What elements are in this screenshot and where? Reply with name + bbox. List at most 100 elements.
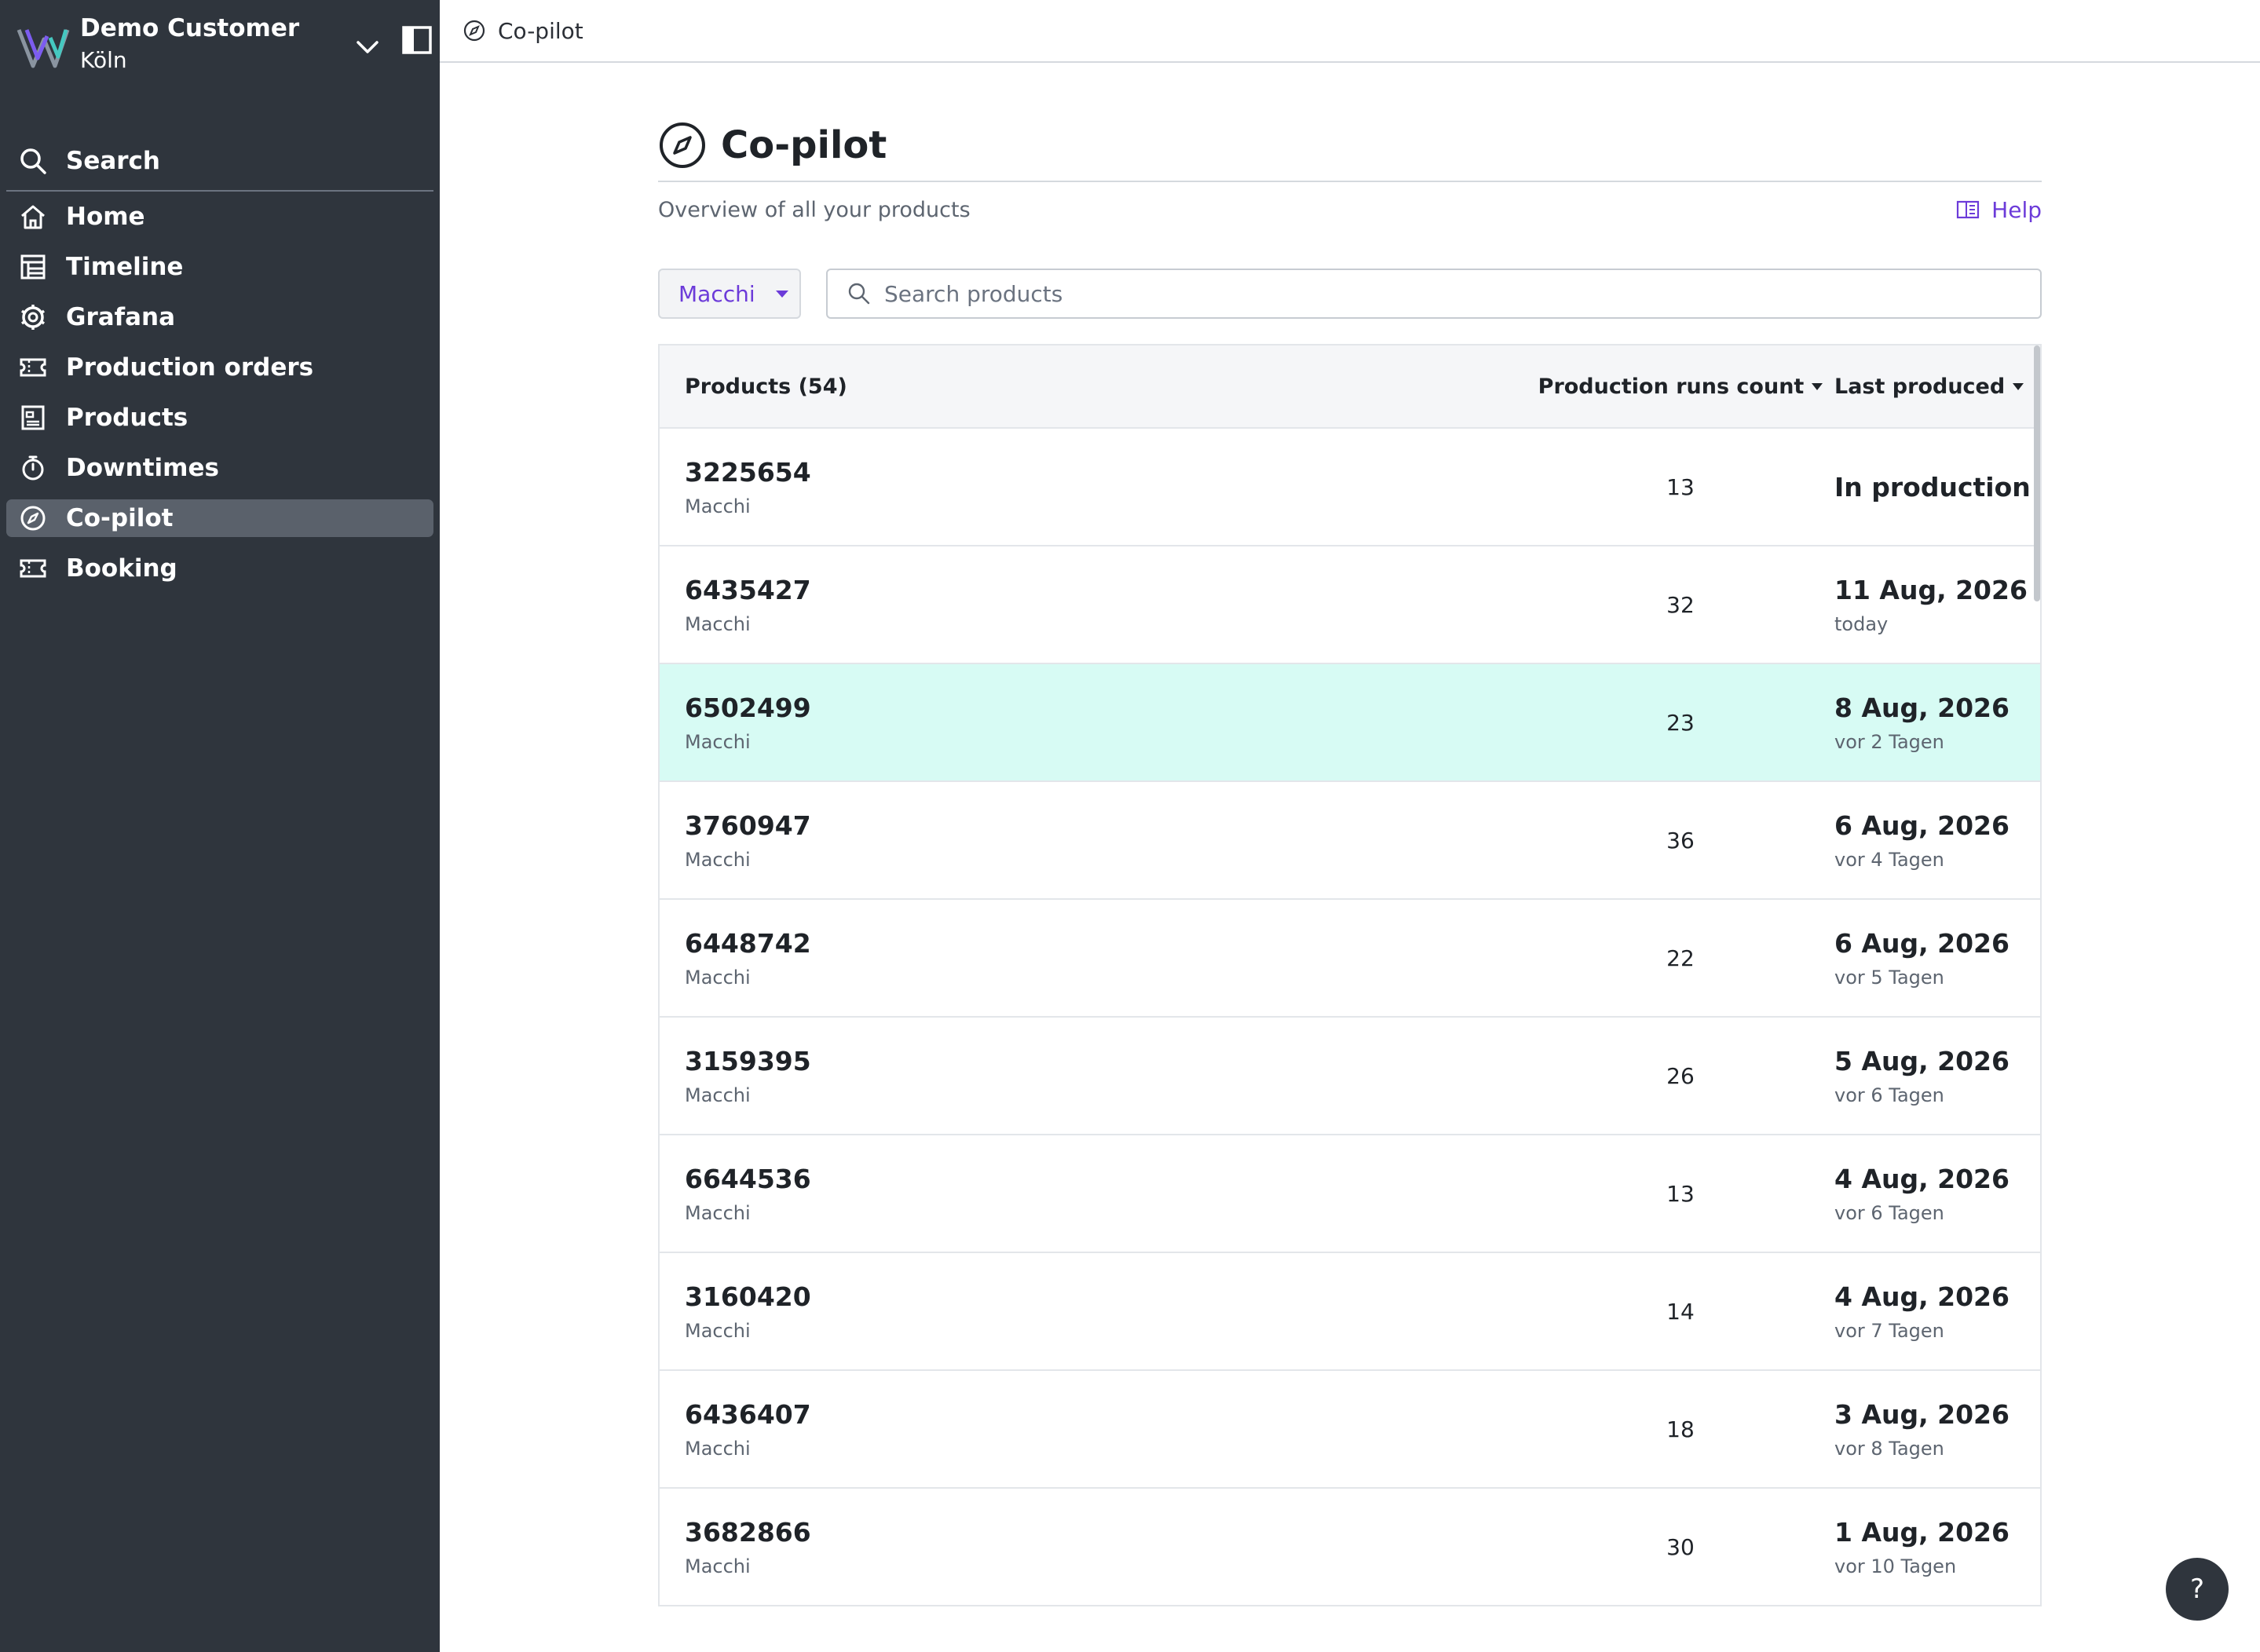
table-row[interactable]: 6644536 Macchi 13 4 Aug, 2026 vor 6 Tagen [660, 1135, 2040, 1253]
sidebar-item-label: Booking [66, 554, 177, 583]
products-icon [6, 399, 55, 437]
sidebar-item-label: Timeline [66, 253, 184, 281]
column-last-label: Last produced [1834, 374, 2006, 399]
runs-count: 23 [1666, 709, 1695, 736]
products-table: Products (54) Production runs count Last… [658, 344, 2042, 1606]
timeline-icon [6, 248, 55, 286]
product-machine: Macchi [685, 1319, 751, 1342]
sidebar-item-products[interactable]: Products [6, 399, 433, 437]
home-icon [6, 198, 55, 236]
sidebar-search[interactable]: Search [6, 132, 433, 192]
subtitle-row: Overview of all your products Help [658, 187, 2042, 232]
main-content: Co-pilot Overview of all your products H… [658, 110, 2042, 1606]
help-link[interactable]: Help [1955, 197, 2042, 223]
product-search[interactable] [826, 269, 2042, 319]
machine-select[interactable]: Macchi [658, 269, 801, 319]
sidebar-item-label: Grafana [66, 303, 176, 331]
sidebar-search-label: Search [66, 147, 161, 175]
org-switcher[interactable]: Demo Customer Köln [16, 14, 432, 85]
column-products: Products (54) [685, 374, 847, 399]
grafana-icon [6, 298, 55, 336]
last-produced: 6 Aug, 2026 [1834, 927, 2009, 959]
search-icon [6, 142, 55, 180]
table-row[interactable]: 3225654 Macchi 13 In production [660, 429, 2040, 546]
product-machine: Macchi [685, 1084, 751, 1106]
breadcrumb: Co-pilot [440, 0, 2260, 63]
sidebar-item-label: Products [66, 404, 188, 432]
table-row[interactable]: 3159395 Macchi 26 5 Aug, 2026 vor 6 Tagen [660, 1018, 2040, 1135]
product-machine: Macchi [685, 495, 751, 517]
last-produced: 5 Aug, 2026 [1834, 1045, 2009, 1076]
org-city: Köln [80, 47, 127, 73]
table-header: Products (54) Production runs count Last… [660, 345, 2040, 429]
table-row[interactable]: 6448742 Macchi 22 6 Aug, 2026 vor 5 Tagen [660, 900, 2040, 1018]
sidebar-item-co-pilot[interactable]: Co-pilot [6, 499, 433, 537]
last-produced-ago: vor 2 Tagen [1834, 730, 1944, 753]
page-subtitle: Overview of all your products [658, 197, 971, 222]
table-row[interactable]: 6502499 Macchi 23 8 Aug, 2026 vor 2 Tagen [660, 664, 2040, 782]
sidebar-item-production-orders[interactable]: Production orders [6, 349, 433, 386]
product-machine: Macchi [685, 966, 751, 989]
product-id: 3160420 [685, 1281, 811, 1312]
runs-count: 13 [1666, 473, 1695, 500]
product-id: 6435427 [685, 574, 811, 605]
sidebar-item-grafana[interactable]: Grafana [6, 298, 433, 336]
sidebar-item-label: Production orders [66, 353, 314, 382]
table-row[interactable]: 6435427 Macchi 32 11 Aug, 2026 today [660, 546, 2040, 664]
last-produced-ago: vor 6 Tagen [1834, 1084, 1944, 1106]
product-id: 3760947 [685, 810, 811, 841]
sidebar-item-home[interactable]: Home [6, 198, 433, 236]
runs-count: 36 [1666, 827, 1695, 853]
chevron-down-icon[interactable] [352, 31, 383, 63]
last-produced: 1 Aug, 2026 [1834, 1516, 2009, 1548]
product-id: 6502499 [685, 692, 811, 723]
search-input[interactable] [884, 280, 1984, 307]
runs-count: 14 [1666, 1298, 1695, 1325]
ticket-icon [6, 550, 55, 587]
scrollbar[interactable] [2034, 345, 2040, 601]
compass-icon [463, 20, 485, 42]
product-machine: Macchi [685, 730, 751, 753]
table-row[interactable]: 3760947 Macchi 36 6 Aug, 2026 vor 4 Tagen [660, 782, 2040, 900]
last-produced: In production [1834, 471, 2031, 503]
table-row[interactable]: 3682866 Macchi 30 1 Aug, 2026 vor 10 Tagen [660, 1489, 2040, 1606]
runs-count: 30 [1666, 1533, 1695, 1560]
product-id: 3682866 [685, 1516, 811, 1548]
sidebar-item-booking[interactable]: Booking [6, 550, 433, 587]
sidebar-item-label: Co-pilot [66, 504, 174, 532]
help-chat-button[interactable]: ? [2166, 1558, 2229, 1621]
product-machine: Macchi [685, 848, 751, 871]
last-produced-ago: vor 4 Tagen [1834, 848, 1944, 871]
last-produced-ago: vor 6 Tagen [1834, 1201, 1944, 1224]
runs-count: 26 [1666, 1062, 1695, 1089]
column-last-sort[interactable]: Last produced [1828, 375, 2040, 399]
sidebar-item-timeline[interactable]: Timeline [6, 248, 433, 286]
help-fab-label: ? [2189, 1573, 2205, 1605]
product-id: 3159395 [685, 1045, 811, 1076]
product-machine: Macchi [685, 1437, 751, 1460]
sidebar-item-downtimes[interactable]: Downtimes [6, 449, 433, 487]
runs-count: 18 [1666, 1416, 1695, 1442]
sidebar-toggle-icon[interactable] [400, 24, 433, 57]
stopwatch-icon [6, 449, 55, 487]
last-produced-ago: vor 5 Tagen [1834, 966, 1944, 989]
product-id: 3225654 [685, 456, 811, 488]
sidebar-nav: Home Timeline Grafana Production orders … [6, 198, 433, 600]
table-row[interactable]: 6436407 Macchi 18 3 Aug, 2026 vor 8 Tagen [660, 1371, 2040, 1489]
product-id: 6644536 [685, 1163, 811, 1194]
sort-down-icon [1812, 382, 1823, 390]
search-icon [848, 283, 870, 305]
breadcrumb-title: Co-pilot [498, 17, 583, 44]
sidebar-item-label: Downtimes [66, 454, 219, 482]
last-produced-ago: today [1834, 612, 1889, 635]
last-produced: 11 Aug, 2026 [1834, 574, 2028, 605]
column-runs-label: Production runs count [1538, 374, 1805, 399]
column-runs-sort[interactable]: Production runs count [1533, 375, 1828, 399]
table-row[interactable]: 3160420 Macchi 14 4 Aug, 2026 vor 7 Tagen [660, 1253, 2040, 1371]
page-title: Co-pilot [721, 123, 887, 167]
last-produced: 8 Aug, 2026 [1834, 692, 2009, 723]
compass-icon [6, 499, 55, 537]
runs-count: 13 [1666, 1180, 1695, 1207]
logo-icon [16, 29, 70, 68]
caret-down-icon [775, 290, 788, 298]
